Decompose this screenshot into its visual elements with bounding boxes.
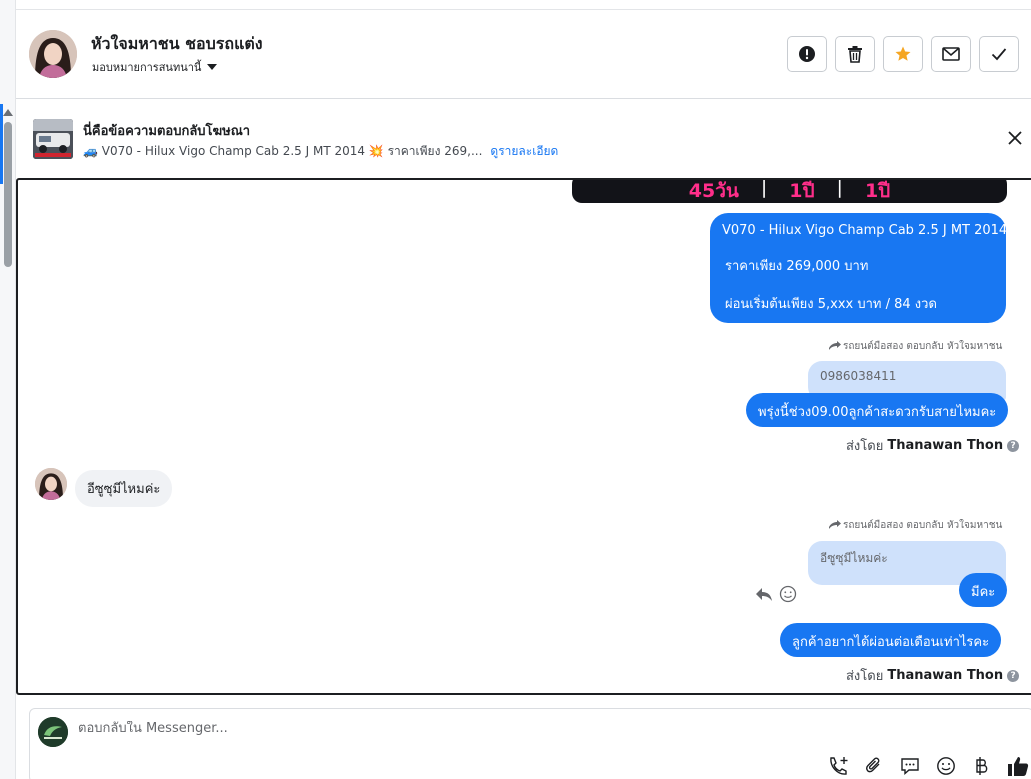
reply-arrow-icon (829, 341, 841, 350)
message-bubble-incoming[interactable]: อีซูซุมีไหมค่ะ (75, 470, 173, 507)
reply-arrow-icon (829, 520, 841, 529)
banner-col2: 1ปี (789, 180, 815, 202)
help-icon[interactable]: ? (1007, 669, 1020, 682)
ad-reply-title: นี่คือข้อความตอบกลับโฆษณา (83, 124, 251, 139)
ad-reply-bar: นี่คือข้อความตอบกลับโฆษณา 🚙 V070 - Hilux… (16, 100, 1031, 178)
scroll-thumb[interactable] (4, 122, 12, 267)
reply-meta: รถยนต์มือสอง ตอบกลับ หัวใจมหาชน (828, 339, 1002, 354)
baht-icon (976, 757, 988, 775)
add-phone-button[interactable] (827, 755, 849, 777)
saved-replies-button[interactable] (899, 755, 921, 777)
message-hover-tools (755, 585, 797, 603)
ad-message-bubble[interactable]: V070 - Hilux Vigo Champ Cab 2.5 J MT 201… (710, 213, 1008, 323)
emoji-button[interactable] (935, 755, 957, 777)
view-details-link[interactable]: ดูรายละเอียด (490, 142, 558, 161)
phone-add-icon (830, 757, 848, 775)
mark-unread-button[interactable] (931, 36, 971, 72)
trash-icon (848, 46, 862, 63)
ad-description-text: 🚙 V070 - Hilux Vigo Champ Cab 2.5 J MT 2… (83, 144, 483, 158)
message-bubble-outgoing[interactable]: มีคะ (959, 573, 1008, 607)
message-thread[interactable]: 45วัน | 1ปี | 1ปี V070 - Hilux Vigo Cham… (16, 178, 1031, 695)
thumbs-up-icon (1008, 757, 1029, 776)
ad-reply-description: 🚙 V070 - Hilux Vigo Champ Cab 2.5 J MT 2… (83, 142, 558, 161)
sender-name: Thanawan Thon (887, 668, 1004, 683)
left-scrollbar[interactable] (0, 0, 16, 779)
envelope-icon (942, 47, 960, 61)
chat-bubble-icon (901, 758, 919, 776)
help-icon[interactable]: ? (1007, 439, 1020, 452)
person-photo-icon (35, 468, 67, 500)
mark-spam-button[interactable] (787, 36, 827, 72)
banner-separator: | (760, 178, 768, 198)
delete-button[interactable] (835, 36, 875, 72)
sent-by-label: ส่งโดย Thanawan Thon ? (846, 665, 1020, 686)
contact-name: หัวใจมหาชน ชอบรถแต่ง (91, 34, 263, 53)
emoji-icon (937, 757, 955, 775)
assign-label: มอบหมายการสนทนานี้ (92, 61, 202, 74)
assign-conversation-dropdown[interactable]: มอบหมายการสนทนานี้ (92, 58, 218, 76)
exclamation-icon (799, 46, 815, 62)
star-button[interactable] (883, 36, 923, 72)
ad-banner-image: 45วัน | 1ปี | 1ปี (572, 178, 1007, 203)
reply-meta: รถยนต์มือสอง ตอบกลับ หัวใจมหาชน (828, 518, 1002, 533)
ad-message-line: ผ่อนเริ่มต้นเพียง 5,xxx บาท / 84 งวด (725, 297, 937, 312)
inbox-conversation: หัวใจมหาชน ชอบรถแต่ง มอบหมายการสนทนานี้ (0, 0, 1031, 779)
banner-text: 45วัน | 1ปี | 1ปี (572, 178, 1007, 203)
caret-down-icon (207, 64, 218, 70)
banner-separator: | (836, 178, 843, 198)
message-bubble-outgoing[interactable]: ลูกค้าอยากได้ผ่อนต่อเดือนเท่าไรคะ (780, 623, 1002, 657)
reply-composer (29, 708, 1031, 779)
reply-icon[interactable] (755, 586, 773, 602)
person-photo-icon (29, 30, 77, 78)
reply-meta-text: รถยนต์มือสอง ตอบกลับ หัวใจมหาชน (843, 520, 1003, 531)
contact-avatar-small[interactable] (35, 468, 67, 500)
check-icon (991, 48, 1007, 61)
ad-thumbnail[interactable] (33, 119, 73, 159)
sent-by-prefix: ส่งโดย (846, 439, 884, 454)
reply-meta-text: รถยนต์มือสอง ตอบกลับ หัวใจมหาชน (843, 341, 1003, 352)
close-icon (1008, 131, 1022, 145)
sent-by-label: ส่งโดย Thanawan Thon ? (846, 435, 1020, 456)
contact-avatar[interactable] (29, 30, 77, 78)
conversation-actions (787, 36, 1019, 72)
send-like-button[interactable] (1007, 755, 1029, 777)
page-avatar (38, 717, 68, 747)
paperclip-icon (866, 757, 880, 773)
mark-done-button[interactable] (979, 36, 1019, 72)
banner-col3: 1ปี (864, 180, 891, 202)
attach-file-button[interactable] (863, 755, 885, 777)
conversation-header: หัวใจมหาชน ชอบรถแต่ง มอบหมายการสนทนานี้ (16, 10, 1031, 99)
message-bubble-outgoing[interactable]: พรุ่งนี้ช่วง09.00ลูกค้าสะดวกรับสายไหมคะ (746, 393, 1009, 427)
car-photo-icon (33, 119, 73, 159)
composer-toolbar (827, 755, 1029, 777)
selection-indicator (0, 104, 3, 184)
sender-name: Thanawan Thon (887, 438, 1004, 453)
message-input[interactable] (78, 721, 778, 736)
scroll-up-icon[interactable] (3, 109, 13, 116)
star-icon (895, 46, 911, 61)
page-logo-icon (38, 717, 68, 747)
emoji-react-icon[interactable] (779, 585, 797, 603)
sent-by-prefix: ส่งโดย (846, 669, 884, 684)
banner-col1: 45วัน (688, 180, 739, 202)
close-ad-bar-button[interactable] (1005, 128, 1025, 148)
payment-button[interactable] (971, 755, 993, 777)
ad-message-line: V070 - Hilux Vigo Champ Cab 2.5 J MT 201… (722, 223, 1008, 238)
ad-message-line: ราคาเพียง 269,000 บาท (725, 259, 869, 274)
